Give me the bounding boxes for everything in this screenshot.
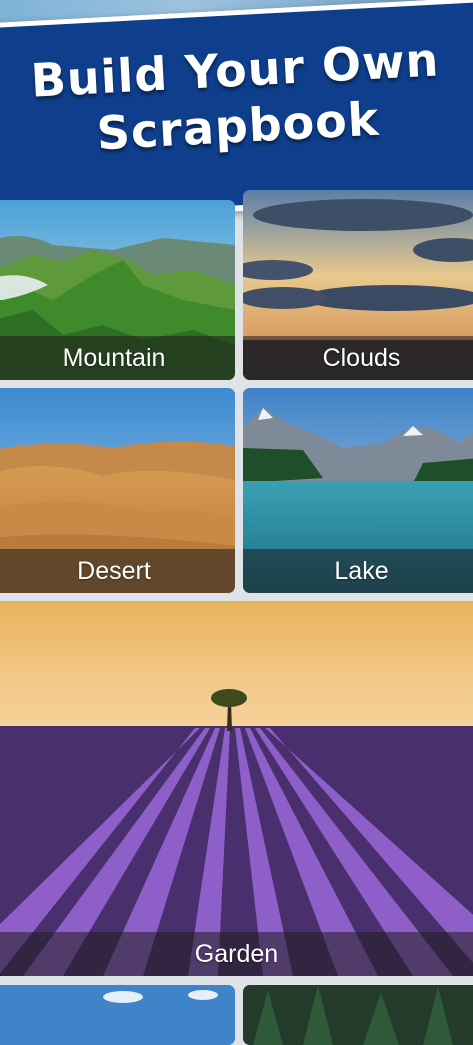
garden-image <box>0 601 473 976</box>
category-tile-desert[interactable]: Desert <box>0 388 235 593</box>
tile-label-lake: Lake <box>334 557 389 585</box>
tile-label-desert: Desert <box>77 557 151 585</box>
category-tile-clouds[interactable]: Clouds <box>243 190 473 380</box>
category-tile-mountain[interactable]: Mountain <box>0 200 235 380</box>
tile-label-clouds: Clouds <box>322 344 401 372</box>
sky-image <box>0 985 235 1045</box>
category-tile-forest[interactable] <box>243 985 473 1045</box>
category-tile-lake[interactable]: Lake <box>243 388 473 593</box>
tile-label-garden: Garden <box>194 940 279 968</box>
tile-label-mountain: Mountain <box>62 344 166 372</box>
forest-image <box>243 985 473 1045</box>
category-tile-sky[interactable] <box>0 985 235 1045</box>
category-tile-garden[interactable]: Garden <box>0 601 473 976</box>
